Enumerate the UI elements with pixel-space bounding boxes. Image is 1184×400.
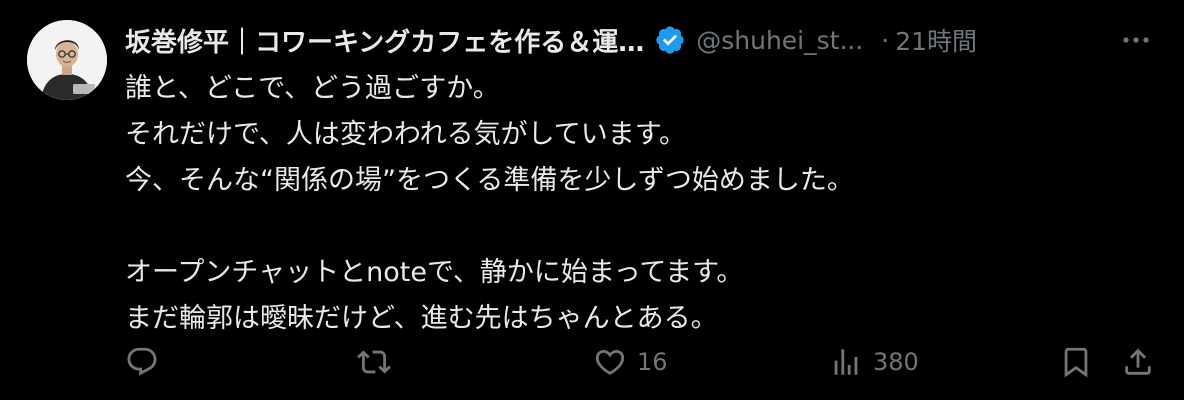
views-button[interactable]: 380 bbox=[829, 338, 919, 386]
tweet-text-blank-line bbox=[125, 204, 1145, 250]
tweet-card[interactable]: 坂巻修平｜コワーキングカフェを作る＆運… @shuhei_st... · 21時… bbox=[0, 0, 1184, 400]
bookmark-icon bbox=[1064, 347, 1088, 378]
more-dots-icon bbox=[1123, 37, 1149, 43]
tweet-text-line: オープンチャットとnoteで、静かに始まってます。 bbox=[125, 257, 744, 288]
tweet-text-line: まだ輪郭は曖昧だけど、進む先はちゃんとある。 bbox=[125, 303, 718, 334]
avatar-image bbox=[27, 20, 107, 100]
views-chart-icon bbox=[834, 349, 858, 375]
repost-icon bbox=[357, 350, 391, 374]
like-button[interactable]: 16 bbox=[593, 338, 668, 386]
like-count: 16 bbox=[637, 348, 668, 376]
reply-icon bbox=[127, 347, 157, 376]
post-time[interactable]: 21時間 bbox=[895, 22, 977, 58]
separator-dot: · bbox=[881, 25, 890, 55]
author-handle[interactable]: @shuhei_st... bbox=[696, 26, 863, 55]
tweet-header: 坂巻修平｜コワーキングカフェを作る＆運… @shuhei_st... · 21時… bbox=[125, 18, 1154, 62]
tweet-text-line: 今、そんな“関係の場”をつくる準備を少しずつ始めました。 bbox=[125, 165, 854, 196]
tweet-action-bar: 16 380 bbox=[125, 338, 1161, 386]
share-button[interactable] bbox=[1121, 338, 1155, 386]
repost-button[interactable] bbox=[357, 338, 401, 386]
more-options-button[interactable] bbox=[1118, 24, 1154, 56]
views-count: 380 bbox=[873, 348, 919, 376]
tweet-text-line: それだけで、人は変わわれる気がしています。 bbox=[125, 119, 687, 150]
author-display-name[interactable]: 坂巻修平｜コワーキングカフェを作る＆運… bbox=[125, 22, 644, 59]
reply-button[interactable] bbox=[125, 338, 169, 386]
share-icon bbox=[1125, 348, 1151, 375]
heart-icon bbox=[595, 349, 625, 375]
tweet-text: 誰と、どこで、どう過ごすか。 それだけで、人は変わわれる気がしています。 今、そ… bbox=[125, 66, 1145, 342]
tweet-text-line: 誰と、どこで、どう過ごすか。 bbox=[125, 73, 500, 104]
bookmark-button[interactable] bbox=[1059, 338, 1093, 386]
avatar[interactable] bbox=[27, 20, 107, 100]
verified-badge-icon[interactable] bbox=[654, 24, 686, 56]
